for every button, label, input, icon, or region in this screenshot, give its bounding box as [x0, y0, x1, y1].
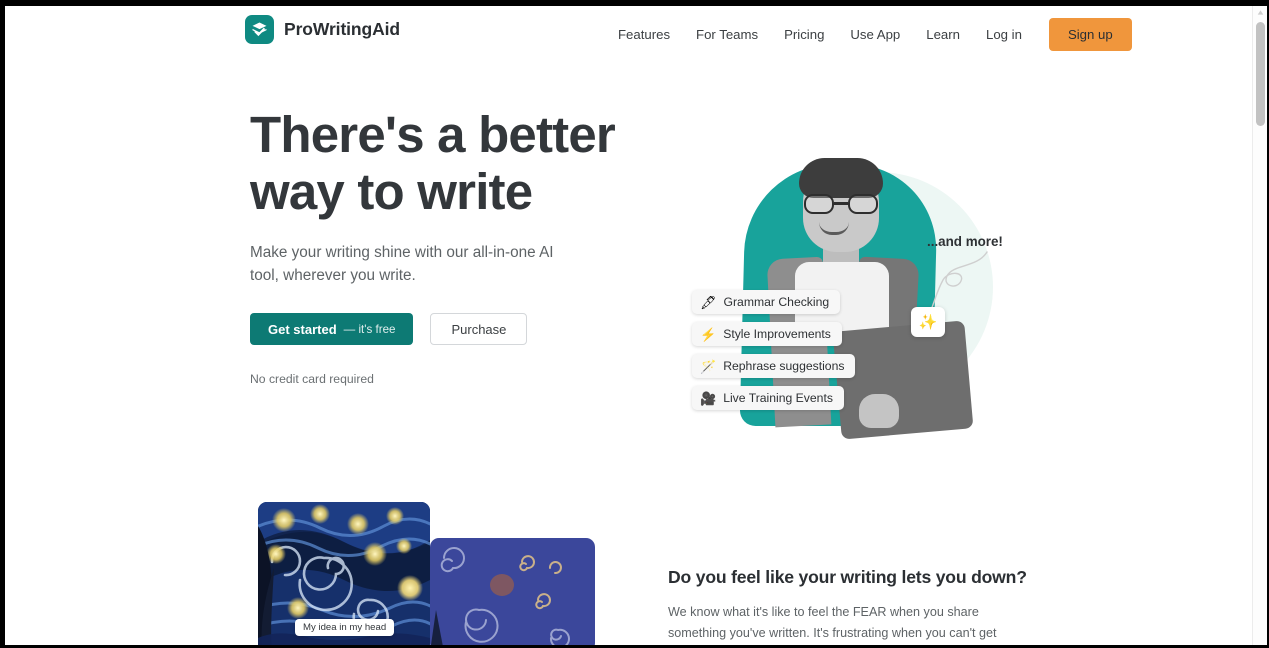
no-credit-card-note: No credit card required	[250, 372, 374, 386]
magic-wand-icon: 🪄	[700, 358, 717, 374]
site-header: ProWritingAid Features For Teams Pricing…	[5, 6, 1252, 62]
feature-chip-label: Rephrase suggestions	[723, 359, 845, 373]
scrollbar-thumb[interactable]	[1256, 22, 1265, 126]
nav-item-for-teams[interactable]: For Teams	[683, 21, 771, 48]
feature-chip-rephrase-suggestions: 🪄 Rephrase suggestions	[692, 354, 856, 378]
hero-section: There's a better way to write Make your …	[5, 62, 1252, 462]
glasses-icon	[804, 194, 878, 214]
hero-copy: There's a better way to write Make your …	[250, 106, 630, 386]
feature-chip-label: Style Improvements	[723, 327, 831, 341]
hero-illustration: 🖋 Grammar Checking ⚡ Style Improvements …	[665, 112, 1025, 452]
get-started-suffix: — it's free	[343, 322, 396, 336]
vertical-scrollbar[interactable]	[1252, 6, 1267, 645]
nav-item-pricing[interactable]: Pricing	[771, 21, 837, 48]
doodle-panel	[430, 538, 595, 645]
glasses-lens-right	[848, 194, 878, 214]
glasses-bridge	[834, 202, 848, 205]
hand	[859, 394, 899, 428]
idea-caption-label: My idea in my head	[295, 619, 395, 636]
sign-up-button[interactable]: Sign up	[1048, 17, 1132, 51]
hair	[799, 158, 883, 198]
section-copy: Do you feel like your writing lets you d…	[668, 567, 1027, 645]
brand-name: ProWritingAid	[284, 19, 401, 39]
hero-title-line-2: way to write	[250, 163, 533, 220]
nav-item-features[interactable]: Features	[605, 21, 683, 48]
brand-logo-link[interactable]: ProWritingAid	[245, 15, 400, 44]
sparkle-card: ✨	[911, 307, 945, 337]
hero-title: There's a better way to write	[250, 106, 630, 220]
writing-lets-you-down-section: My idea in my head Do you feel like your…	[5, 462, 1252, 645]
nav-item-use-app[interactable]: Use App	[837, 21, 913, 48]
glasses-lens-left	[804, 194, 834, 214]
feature-chip-label: Live Training Events	[723, 391, 833, 405]
feature-chip-list: 🖋 Grammar Checking ⚡ Style Improvements …	[692, 290, 856, 410]
page-viewport: ProWritingAid Features For Teams Pricing…	[5, 6, 1267, 645]
browser-window: ProWritingAid Features For Teams Pricing…	[0, 0, 1269, 648]
hero-actions: Get started — it's free Purchase	[250, 313, 630, 345]
feature-chip-grammar-checking: 🖋 Grammar Checking	[692, 290, 841, 314]
get-started-button[interactable]: Get started — it's free	[250, 313, 414, 345]
nav-item-learn[interactable]: Learn	[913, 21, 973, 48]
movie-camera-icon: 🎥	[700, 390, 717, 406]
nav-item-log-in[interactable]: Log in	[973, 21, 1035, 48]
prowritingaid-logo-icon	[245, 15, 274, 44]
pen-nib-icon: 🖋	[700, 294, 717, 310]
feature-chip-label: Grammar Checking	[723, 295, 830, 309]
sparkles-icon: ✨	[918, 314, 938, 331]
and-more-callout: ...and more!	[927, 234, 1003, 249]
before-after-artwork: My idea in my head	[250, 502, 595, 645]
hero-title-line-1: There's a better	[250, 106, 616, 163]
purchase-button[interactable]: Purchase	[430, 313, 528, 345]
get-started-label: Get started	[268, 321, 337, 337]
hero-subtitle: Make your writing shine with our all-in-…	[250, 244, 554, 284]
scroll-up-arrow-icon[interactable]	[1257, 9, 1264, 16]
main-navigation: Features For Teams Pricing Use App Learn…	[605, 6, 1132, 62]
feature-chip-style-improvements: ⚡ Style Improvements	[692, 322, 842, 346]
feature-chip-live-training-events: 🎥 Live Training Events	[692, 386, 844, 410]
page-content: ProWritingAid Features For Teams Pricing…	[5, 6, 1252, 645]
section-body: We know what it's like to feel the FEAR …	[668, 605, 997, 640]
lightning-bolt-icon: ⚡	[700, 326, 717, 342]
section-title: Do you feel like your writing lets you d…	[668, 567, 1027, 587]
